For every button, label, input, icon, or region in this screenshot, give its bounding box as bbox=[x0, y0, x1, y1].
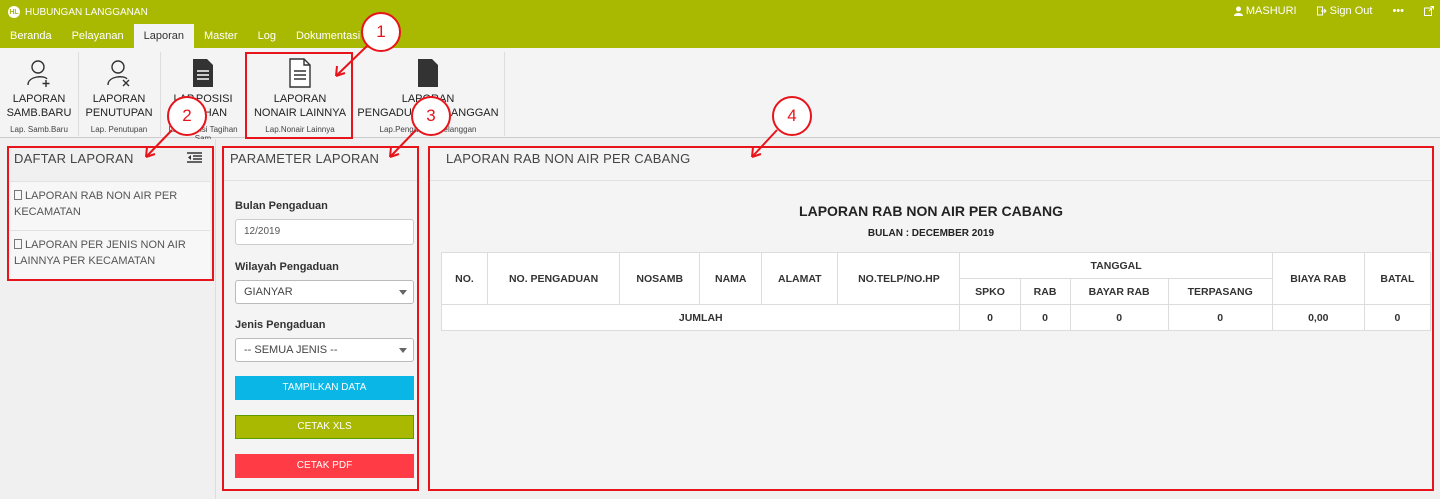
list-item[interactable]: LAPORAN RAB NON AIR PER KECAMATAN bbox=[10, 181, 210, 230]
ribbon-divider bbox=[78, 52, 79, 136]
ribbon-label: LAPORAN SAMB.BARU bbox=[6, 93, 72, 119]
user-remove-icon bbox=[107, 60, 130, 87]
header-batal: BATAL bbox=[1363, 252, 1432, 305]
page: HL HUBUNGAN LANGGANAN MASHURI Sign Out •… bbox=[0, 0, 1440, 499]
report-panel-title: LAPORAN RAB NON AIR PER CABANG bbox=[446, 151, 691, 166]
ribbon-toolbar: LAPORAN SAMB.BARU Lap. Samb.Baru LAPORAN P… bbox=[0, 48, 1440, 143]
file-icon bbox=[14, 190, 22, 200]
divider bbox=[428, 180, 1434, 181]
bulan-pengaduan-input[interactable]: 12/2019 bbox=[235, 219, 414, 245]
annotation-badge-3: 3 bbox=[411, 96, 451, 136]
file-icon bbox=[14, 239, 22, 249]
user-menu[interactable]: MASHURI bbox=[1233, 5, 1297, 17]
annotation-badge-2: 2 bbox=[167, 96, 207, 136]
sign-out-button[interactable]: Sign Out bbox=[1316, 5, 1373, 17]
tab-log[interactable]: Log bbox=[248, 24, 286, 48]
app-logo-icon: HL bbox=[8, 6, 20, 18]
laporan-penutupan-button[interactable]: LAPORAN PENUTUPAN Lap. Penutupan bbox=[80, 48, 158, 138]
sign-out-label: Sign Out bbox=[1329, 5, 1373, 17]
tab-beranda[interactable]: Beranda bbox=[0, 24, 62, 48]
report-title: LAPORAN RAB NON AIR PER CABANG bbox=[799, 203, 1063, 219]
total-bayar-rab: 0 bbox=[1069, 304, 1169, 331]
total-rab: 0 bbox=[1019, 304, 1071, 331]
ribbon-group-label: Lap.Nonair Lainnya bbox=[265, 125, 335, 134]
ribbon-group-label: Lap. Penutupan bbox=[90, 125, 148, 134]
header-nama: NAMA bbox=[699, 252, 763, 305]
wilayah-pengaduan-select[interactable]: GIANYAR bbox=[235, 280, 414, 304]
total-biaya-rab: 0,00 bbox=[1271, 304, 1365, 331]
header-alamat: ALAMAT bbox=[761, 252, 839, 305]
annotation-badge-1: 1 bbox=[361, 12, 401, 52]
table-row-total: JUMLAH 0 0 0 0 0,00 0 bbox=[440, 304, 1432, 331]
header-no: NO. bbox=[440, 252, 489, 305]
laporan-nonair-lainnya-button[interactable]: LAPORAN NONAIR LAINNYA Lap.Nonair Lainnya bbox=[248, 48, 352, 138]
parameter-laporan-title: PARAMETER LAPORAN bbox=[230, 151, 380, 166]
total-spko: 0 bbox=[959, 304, 1021, 331]
ribbon-group-label: Lap. Samb.Baru bbox=[10, 125, 68, 134]
header-no-pengaduan: NO. PENGADUAN bbox=[487, 252, 621, 305]
parameter-laporan-panel: PARAMETER LAPORAN Bulan Pengaduan 12/201… bbox=[222, 146, 419, 491]
report-panel: LAPORAN RAB NON AIR PER CABANG LAPORAN R… bbox=[428, 146, 1434, 491]
list-item[interactable]: LAPORAN PER JENIS NON AIR LAINNYA PER KE… bbox=[10, 230, 210, 279]
divider bbox=[222, 180, 419, 181]
rab-table: NO. NO. PENGADUAN NOSAMB NAMA ALAMAT NO.… bbox=[440, 252, 1432, 331]
user-name: MASHURI bbox=[1245, 5, 1297, 17]
user-icon bbox=[1233, 6, 1243, 16]
ribbon-divider bbox=[160, 52, 161, 136]
jenis-pengaduan-select[interactable]: -- SEMUA JENIS -- bbox=[235, 338, 414, 362]
chevron-down-icon bbox=[399, 290, 407, 295]
header-rab: RAB bbox=[1019, 278, 1071, 305]
cetak-pdf-button[interactable]: CETAK PDF bbox=[235, 454, 414, 478]
sign-out-icon bbox=[1316, 6, 1327, 16]
main-menu: Beranda Pelayanan Laporan Master Log Dok… bbox=[0, 24, 370, 48]
laporan-samb-baru-button[interactable]: LAPORAN SAMB.BARU Lap. Samb.Baru bbox=[3, 48, 75, 138]
tab-master[interactable]: Master bbox=[194, 24, 248, 48]
outdent-icon[interactable] bbox=[187, 152, 202, 163]
daftar-laporan-panel: DAFTAR LAPORAN LAPORAN RAB NON AIR PER K… bbox=[0, 139, 216, 499]
daftar-laporan-title: DAFTAR LAPORAN bbox=[14, 151, 134, 166]
tampilkan-data-button[interactable]: TAMPILKAN DATA bbox=[235, 376, 414, 400]
wilayah-pengaduan-label: Wilayah Pengaduan bbox=[235, 261, 339, 273]
ribbon-label: LAPORAN PENUTUPAN bbox=[85, 93, 153, 119]
total-label: JUMLAH bbox=[440, 304, 961, 331]
document-icon bbox=[418, 59, 438, 87]
chevron-down-icon bbox=[399, 348, 407, 353]
external-link-icon[interactable] bbox=[1424, 6, 1434, 16]
header-nosamb: NOSAMB bbox=[619, 252, 701, 305]
brand[interactable]: HL HUBUNGAN LANGGANAN bbox=[8, 5, 148, 19]
user-add-icon bbox=[27, 60, 50, 87]
jenis-selected-value: -- SEMUA JENIS -- bbox=[244, 344, 338, 356]
jenis-pengaduan-label: Jenis Pengaduan bbox=[235, 319, 326, 331]
ribbon-divider bbox=[504, 52, 505, 136]
tab-pelayanan[interactable]: Pelayanan bbox=[62, 24, 134, 48]
app-title: HUBUNGAN LANGGANAN bbox=[25, 6, 148, 18]
document-icon bbox=[193, 59, 213, 87]
total-terpasang: 0 bbox=[1167, 304, 1273, 331]
wilayah-selected-value: GIANYAR bbox=[244, 286, 293, 298]
header-tanggal: TANGGAL bbox=[959, 252, 1273, 279]
header-biaya-rab: BIAYA RAB bbox=[1271, 252, 1365, 305]
document-outline-icon bbox=[289, 58, 311, 88]
header-terpasang: TERPASANG bbox=[1167, 278, 1273, 305]
report-subtitle: BULAN : DECEMBER 2019 bbox=[867, 228, 995, 239]
tab-laporan[interactable]: Laporan bbox=[133, 24, 194, 48]
header-bayar-rab: BAYAR RAB bbox=[1069, 278, 1169, 305]
header-telp: NO.TELP/NO.HP bbox=[837, 252, 961, 305]
more-options-button[interactable]: ••• bbox=[1392, 5, 1404, 17]
annotation-badge-4: 4 bbox=[772, 96, 812, 136]
ribbon-label: LAPORAN NONAIR LAINNYA bbox=[253, 93, 347, 119]
bulan-pengaduan-label: Bulan Pengaduan bbox=[235, 200, 328, 212]
total-batal: 0 bbox=[1363, 304, 1432, 331]
user-area: MASHURI Sign Out ••• bbox=[1233, 5, 1434, 17]
cetak-xls-button[interactable]: CETAK XLS bbox=[235, 415, 414, 439]
tab-dokumentasi[interactable]: Dokumentasi bbox=[286, 24, 370, 48]
top-bar: HL HUBUNGAN LANGGANAN MASHURI Sign Out •… bbox=[0, 0, 1440, 48]
header-spko: SPKO bbox=[959, 278, 1021, 305]
